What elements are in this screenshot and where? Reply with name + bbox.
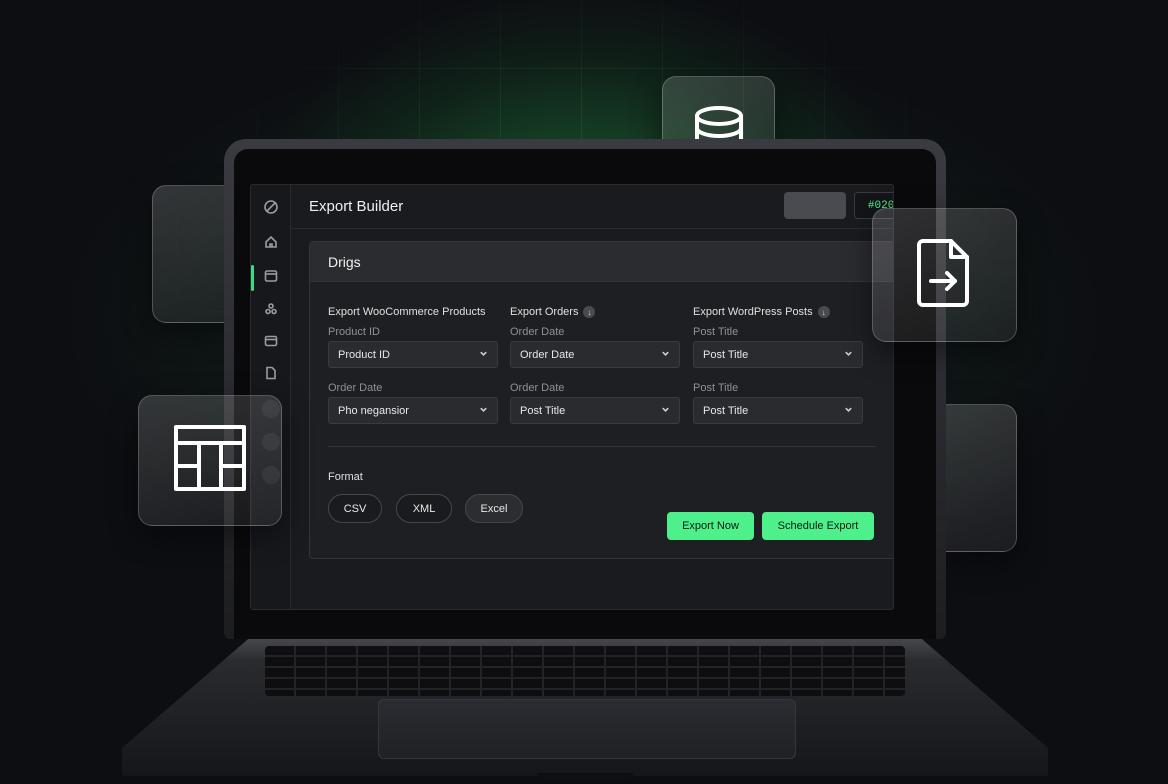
product-id-select[interactable]: Product ID <box>328 341 498 368</box>
format-xml-button[interactable]: XML <box>396 494 452 523</box>
chevron-down-icon <box>479 405 488 417</box>
field-label: Order Date <box>328 382 383 394</box>
home-icon[interactable] <box>264 235 278 249</box>
info-icon[interactable]: ↓ <box>817 306 830 318</box>
column-wordpress: Export WordPress Posts ↓ Post Title Post … <box>693 306 863 424</box>
blank-tile-right <box>945 404 1017 552</box>
field-label: Post Title <box>693 326 739 338</box>
field-label: Post Title <box>693 382 739 394</box>
column-header: Export WooCommerce Products <box>328 306 486 318</box>
trackpad[interactable] <box>378 699 796 759</box>
table-icon <box>173 424 247 497</box>
file-icon[interactable] <box>264 366 278 380</box>
window-icon[interactable] <box>264 269 278 283</box>
chevron-down-icon <box>661 349 670 361</box>
format-csv-button[interactable]: CSV <box>328 494 382 523</box>
divider <box>328 446 876 447</box>
chevron-down-icon <box>844 349 853 361</box>
active-indicator <box>251 265 254 291</box>
order-date-select[interactable]: Order Date <box>510 341 680 368</box>
export-card: Drigs Export WooCommerce Products Produc… <box>309 241 893 559</box>
leaf-icon[interactable] <box>264 200 278 214</box>
page-title: Export Builder <box>309 198 404 215</box>
schedule-export-button[interactable]: Schedule Export <box>762 512 874 540</box>
format-excel-button[interactable]: Excel <box>465 494 523 523</box>
top-button[interactable] <box>784 192 846 219</box>
blank-tile-left <box>152 185 232 323</box>
column-header: Export WordPress Posts ↓ <box>693 306 863 318</box>
laptop-notch <box>537 773 633 781</box>
file-export-icon <box>915 237 975 314</box>
file-export-tile <box>872 208 1017 342</box>
column-woocommerce: Export WooCommerce Products Product ID P… <box>328 306 498 424</box>
users-icon[interactable] <box>264 302 278 316</box>
export-now-button[interactable]: Export Now <box>667 512 754 540</box>
chevron-down-icon <box>661 405 670 417</box>
post-title-select[interactable]: Post Title <box>510 397 680 424</box>
app-screen: Export Builder #020604 Drigs Export WooC… <box>250 184 894 610</box>
top-bar: Export Builder #020604 <box>292 185 893 229</box>
post-title-select[interactable]: Post Title <box>693 341 863 368</box>
order-date-select[interactable]: Pho negansior <box>328 397 498 424</box>
info-icon[interactable]: ↓ <box>583 306 596 318</box>
field-label: Order Date <box>510 326 565 338</box>
card-title: Drigs <box>310 242 893 282</box>
card-icon[interactable] <box>264 334 278 348</box>
field-label: Order Date <box>510 382 565 394</box>
column-orders: Export Orders ↓ Order Date Order Date Ord… <box>510 306 680 424</box>
chevron-down-icon <box>844 405 853 417</box>
field-label: Product ID <box>328 326 380 338</box>
chevron-down-icon <box>479 349 488 361</box>
table-tile <box>138 395 282 526</box>
format-label: Format <box>328 471 363 483</box>
column-header: Export Orders ↓ <box>510 306 680 318</box>
post-title-select[interactable]: Post Title <box>693 397 863 424</box>
keyboard <box>265 646 905 696</box>
